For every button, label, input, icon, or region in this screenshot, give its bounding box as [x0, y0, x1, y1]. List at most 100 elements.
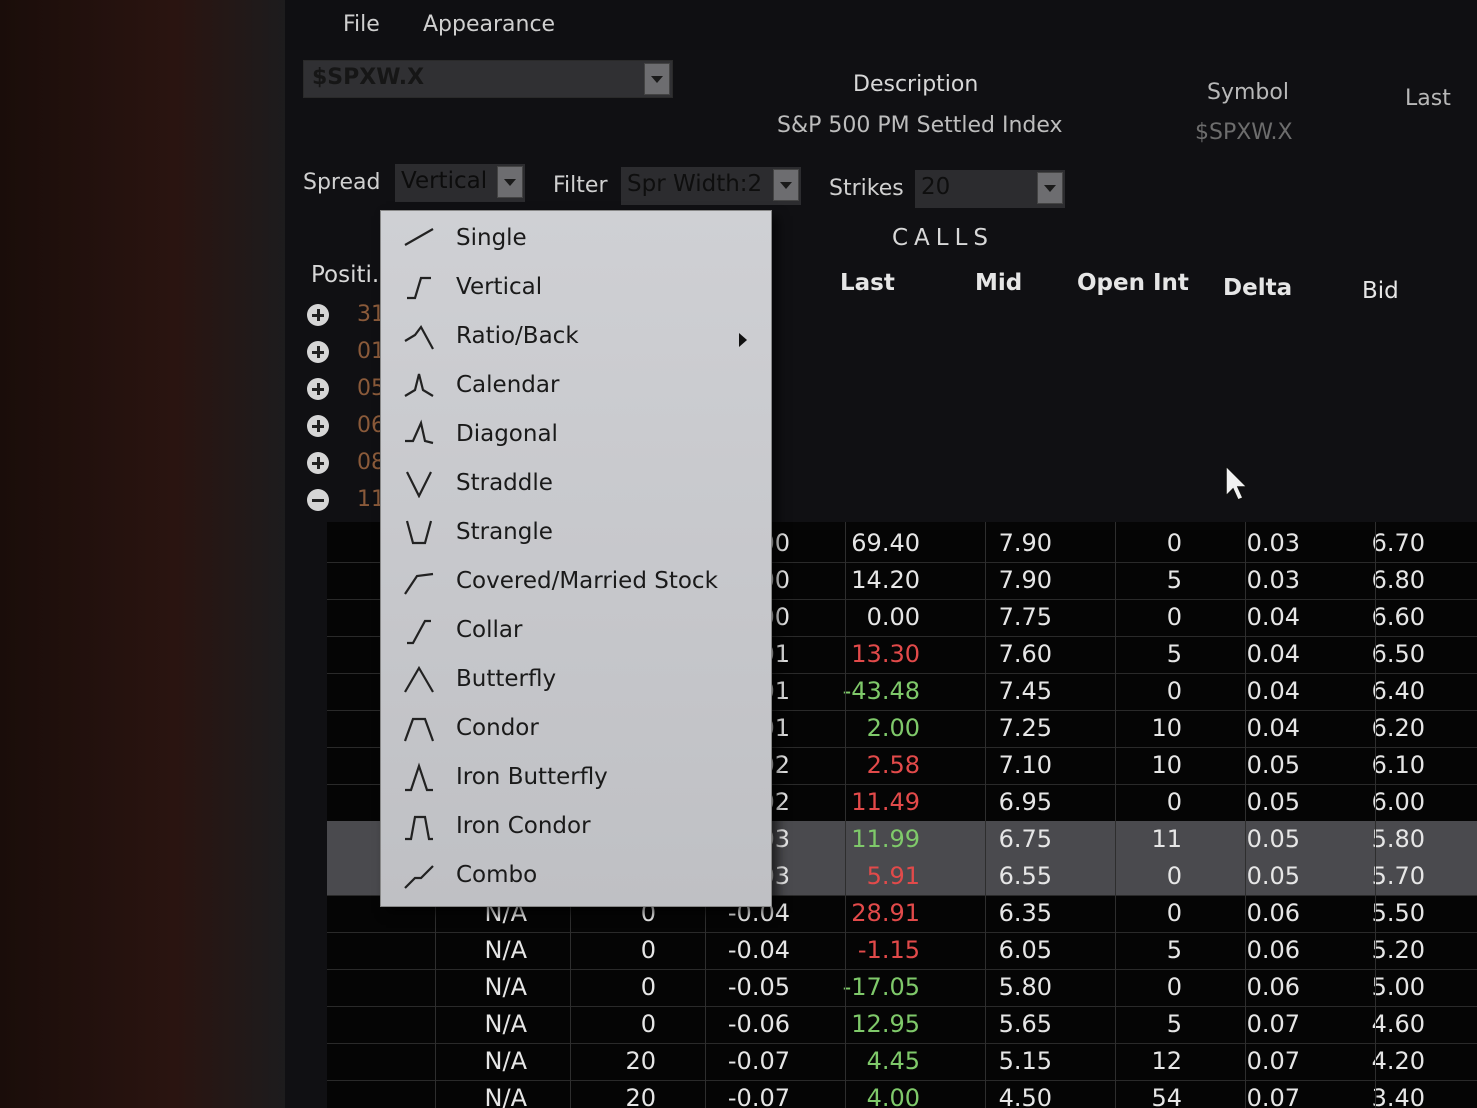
cell-bid: 6.80: [1371, 566, 1425, 594]
col-mid[interactable]: Mid: [975, 270, 1022, 296]
grid-line: [1245, 522, 1246, 1108]
strikes-combo-value: 20: [921, 174, 951, 200]
expand-icon[interactable]: [307, 304, 329, 326]
table-row[interactable]: N/A 20 -0.07 4.00 4.50 54 0.07 3.40: [327, 1080, 1477, 1108]
dropdown-item-strangle[interactable]: Strangle: [381, 509, 771, 557]
symbol-combo-value: $SPXW.X: [312, 65, 425, 90]
col-last[interactable]: Last: [840, 270, 895, 296]
cell-mid: 5.15: [998, 1047, 1052, 1075]
dropdown-item-label: Covered/Married Stock: [456, 568, 718, 594]
dropdown-item-collar[interactable]: Collar: [381, 607, 771, 655]
cell-delta: 0.05: [1246, 862, 1300, 890]
dropdown-item-covered-married-stock[interactable]: Covered/Married Stock: [381, 558, 771, 606]
dropdown-item-label: Combo: [456, 862, 538, 888]
cell-mid: 7.75: [998, 603, 1052, 631]
expand-icon[interactable]: [307, 452, 329, 474]
table-row[interactable]: N/A 0 -0.04 -1.15 6.05 5 0.06 5.20: [327, 932, 1477, 970]
dropdown-item-iron-condor[interactable]: Iron Condor: [381, 803, 771, 851]
chevron-down-icon[interactable]: [1037, 172, 1063, 204]
cell-delta: 0.05: [1246, 825, 1300, 853]
dropdown-item-diagonal[interactable]: Diagonal: [381, 411, 771, 459]
cell-b: 0: [640, 1010, 656, 1038]
cell-last: 13.30: [851, 640, 920, 668]
dropdown-item-ratio-back[interactable]: Ratio/Back: [381, 313, 771, 361]
cell-delta: 0.03: [1246, 529, 1300, 557]
collapse-icon[interactable]: [307, 489, 329, 511]
dropdown-item-straddle[interactable]: Straddle: [381, 460, 771, 508]
col-bid[interactable]: Bid: [1362, 278, 1399, 304]
cell-oi: 5: [1166, 1010, 1182, 1038]
dropdown-item-calendar[interactable]: Calendar: [381, 362, 771, 410]
cell-a: N/A: [484, 936, 527, 964]
dropdown-item-combo[interactable]: Combo: [381, 852, 771, 900]
cell-last: -1.15: [857, 936, 920, 964]
dropdown-item-vertical[interactable]: Vertical: [381, 264, 771, 312]
dropdown-item-iron-butterfly[interactable]: Iron Butterfly: [381, 754, 771, 802]
dropdown-item-label: Calendar: [456, 372, 560, 398]
cell-a: N/A: [484, 973, 527, 1001]
cell-c: -0.06: [727, 1010, 790, 1038]
grid-line: [985, 522, 986, 1108]
dropdown-item-single[interactable]: Single: [381, 215, 771, 263]
table-row[interactable]: N/A 0 -0.05 -17.05 5.80 0 0.06 5.00: [327, 969, 1477, 1007]
dropdown-item-label: Vertical: [456, 274, 543, 300]
cell-oi: 0: [1166, 862, 1182, 890]
cell-mid: 7.90: [998, 566, 1052, 594]
cell-mid: 7.45: [998, 677, 1052, 705]
chevron-down-icon[interactable]: [497, 166, 523, 198]
cell-last: -17.05: [842, 973, 920, 1001]
cell-last: 0.00: [866, 603, 920, 631]
cell-b: 20: [625, 1084, 656, 1108]
cell-delta: 0.04: [1246, 603, 1300, 631]
expand-icon[interactable]: [307, 341, 329, 363]
cell-bid: 5.00: [1371, 973, 1425, 1001]
cell-a: N/A: [484, 1084, 527, 1108]
cell-mid: 5.80: [998, 973, 1052, 1001]
filter-combo[interactable]: Spr Width:2: [621, 167, 801, 205]
spread-dropdown-menu: Single Vertical Ratio/Back Calendar Diagonal…: [380, 210, 772, 907]
cell-bid: 4.60: [1371, 1010, 1425, 1038]
table-row[interactable]: N/A 20 -0.07 4.45 5.15 12 0.07 4.20: [327, 1043, 1477, 1081]
spread-combo[interactable]: Vertical: [395, 164, 525, 202]
dropdown-item-label: Iron Condor: [456, 813, 591, 839]
vertical-icon: [407, 276, 431, 300]
strangle-icon: [405, 520, 433, 545]
menu-file[interactable]: File: [343, 12, 380, 37]
cell-bid: 5.70: [1371, 862, 1425, 890]
chevron-down-icon[interactable]: [773, 169, 799, 201]
cell-delta: 0.06: [1246, 936, 1300, 964]
dropdown-item-label: Butterfly: [456, 666, 557, 692]
cell-last: 14.20: [851, 566, 920, 594]
cell-last: 4.45: [866, 1047, 920, 1075]
col-open-int[interactable]: Open Int: [1077, 270, 1189, 296]
symbol-label: Symbol: [1207, 80, 1289, 105]
cell-oi: 11: [1151, 825, 1182, 853]
butterfly-icon: [404, 665, 434, 693]
col-delta[interactable]: Delta: [1223, 275, 1292, 301]
table-row[interactable]: N/A 0 -0.06 12.95 5.65 5 0.07 4.60: [327, 1006, 1477, 1044]
cell-b: 0: [640, 973, 656, 1001]
expand-icon[interactable]: [307, 378, 329, 400]
description-label: Description: [853, 72, 979, 97]
dropdown-item-butterfly[interactable]: Butterfly: [381, 656, 771, 704]
dropdown-item-label: Strangle: [456, 519, 553, 545]
symbol-combo[interactable]: $SPXW.X: [303, 60, 673, 98]
cell-oi: 0: [1166, 973, 1182, 1001]
cell-oi: 10: [1151, 751, 1182, 779]
expand-icon[interactable]: [307, 415, 329, 437]
chevron-down-icon[interactable]: [644, 63, 670, 95]
cell-bid: 6.00: [1371, 788, 1425, 816]
cell-oi: 10: [1151, 714, 1182, 742]
cell-delta: 0.04: [1246, 714, 1300, 742]
menu-appearance[interactable]: Appearance: [423, 12, 555, 37]
cell-oi: 5: [1166, 936, 1182, 964]
cell-mid: 6.75: [998, 825, 1052, 853]
straddle-icon: [406, 471, 432, 498]
dropdown-item-condor[interactable]: Condor: [381, 705, 771, 753]
cell-bid: 6.20: [1371, 714, 1425, 742]
cell-bid: 5.20: [1371, 936, 1425, 964]
cell-oi: 0: [1166, 899, 1182, 927]
cell-a: N/A: [484, 1010, 527, 1038]
strikes-combo[interactable]: 20: [915, 170, 1065, 208]
cell-last: 2.58: [866, 751, 920, 779]
